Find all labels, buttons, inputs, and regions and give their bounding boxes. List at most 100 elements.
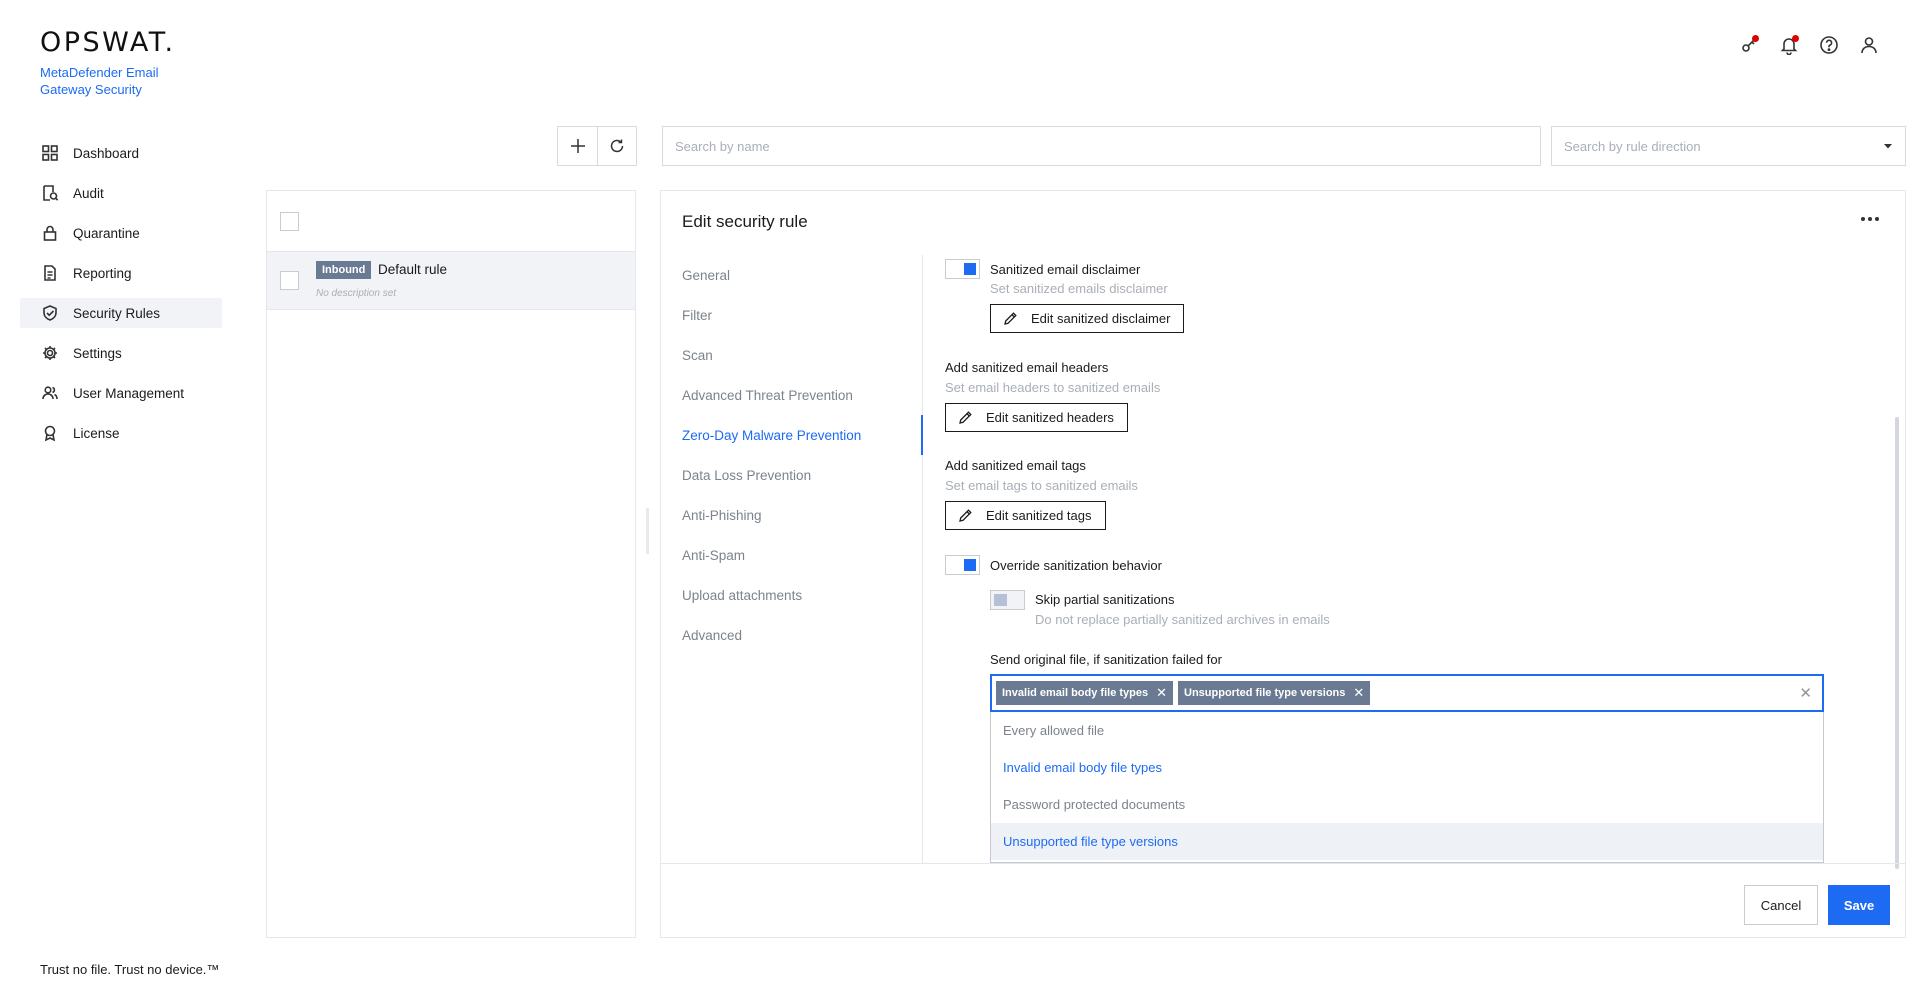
help-icon[interactable] xyxy=(1818,34,1840,56)
document-icon xyxy=(41,264,59,282)
edit-sanitized-headers-label: Edit sanitized headers xyxy=(986,410,1114,425)
tab-upload-attachments[interactable]: Upload attachments xyxy=(661,575,922,615)
refresh-icon xyxy=(610,139,624,153)
selected-chip: Unsupported file type versions ✕ xyxy=(1178,681,1371,705)
header-actions xyxy=(1738,34,1880,56)
tab-zero-day-malware-prevention[interactable]: Zero-Day Malware Prevention xyxy=(661,415,923,455)
sanitized-headers-description: Set email headers to sanitized emails xyxy=(945,380,1161,395)
sidebar-item-reporting[interactable]: Reporting xyxy=(20,258,222,288)
grid-icon xyxy=(41,144,59,162)
tab-general[interactable]: General xyxy=(661,255,922,295)
caret-down-icon xyxy=(1884,144,1892,149)
option-every-allowed-file[interactable]: Every allowed file xyxy=(991,712,1823,749)
tab-anti-phishing[interactable]: Anti-Phishing xyxy=(661,495,922,535)
sidebar-item-label: Settings xyxy=(73,345,122,361)
user-icon[interactable] xyxy=(1858,34,1880,56)
edit-sanitized-disclaimer-button[interactable]: Edit sanitized disclaimer xyxy=(990,304,1185,333)
tab-advanced[interactable]: Advanced xyxy=(661,615,922,655)
sanitized-tags-label: Add sanitized email tags xyxy=(945,458,1086,473)
rule-list-actions xyxy=(557,126,637,166)
tab-filter[interactable]: Filter xyxy=(661,295,922,335)
add-rule-button[interactable] xyxy=(558,127,597,165)
skip-partial-toggle[interactable] xyxy=(990,590,1025,610)
sanitized-headers-label: Add sanitized email headers xyxy=(945,360,1109,375)
selected-chip: Invalid email body file types ✕ xyxy=(996,681,1174,705)
rule-row[interactable]: Inbound Default rule No description set xyxy=(267,252,635,310)
sidebar-item-label: Audit xyxy=(73,185,104,201)
award-icon xyxy=(41,424,59,442)
rule-checkbox[interactable] xyxy=(280,271,299,290)
tab-scan[interactable]: Scan xyxy=(661,335,922,375)
logo-wordmark: OPSWAT. xyxy=(40,27,176,58)
pencil-icon xyxy=(959,509,972,522)
sidebar-item-label: User Management xyxy=(73,385,185,401)
sidebar-item-label: Security Rules xyxy=(73,305,161,321)
panel-resize-handle[interactable] xyxy=(646,508,649,554)
product-name: MetaDefender Email Gateway Security xyxy=(40,65,159,97)
refresh-button[interactable] xyxy=(597,127,636,165)
rule-direction-badge: Inbound xyxy=(316,261,372,279)
edit-sanitized-disclaimer-label: Edit sanitized disclaimer xyxy=(1031,311,1171,326)
override-sanitization-toggle[interactable] xyxy=(945,555,980,575)
more-options-icon[interactable] xyxy=(1861,217,1879,221)
skip-partial-label: Skip partial sanitizations xyxy=(1035,592,1175,607)
rule-direction-select[interactable]: Search by rule direction xyxy=(1551,126,1906,166)
option-unsupported-file-type-versions[interactable]: Unsupported file type versions xyxy=(991,823,1823,860)
rule-description: No description set xyxy=(316,288,397,299)
sidebar-item-security-rules[interactable]: Security Rules xyxy=(20,298,222,328)
sanitized-disclaimer-toggle[interactable] xyxy=(945,259,980,279)
rule-section-tabs: General Filter Scan Advanced Threat Prev… xyxy=(661,255,923,863)
option-invalid-email-body-file-types[interactable]: Invalid email body file types xyxy=(991,749,1823,786)
override-sanitization-label: Override sanitization behavior xyxy=(990,558,1162,573)
brand-logo[interactable]: OPSWAT. MetaDefender Email Gateway Secur… xyxy=(40,28,190,98)
remove-chip-icon[interactable]: ✕ xyxy=(1156,685,1167,701)
send-original-multiselect[interactable]: Invalid email body file types ✕ Unsuppor… xyxy=(990,674,1824,712)
select-all-checkbox[interactable] xyxy=(280,212,299,231)
sanitized-tags-description: Set email tags to sanitized emails xyxy=(945,478,1138,493)
edit-sanitized-headers-button[interactable]: Edit sanitized headers xyxy=(945,403,1128,432)
users-icon xyxy=(41,384,59,402)
rule-name: Default rule xyxy=(378,262,448,277)
rule-list-header xyxy=(267,191,635,252)
edit-sanitized-tags-label: Edit sanitized tags xyxy=(986,508,1092,523)
pencil-icon xyxy=(1004,312,1017,325)
remove-chip-icon[interactable]: ✕ xyxy=(1353,685,1364,701)
notification-dot xyxy=(1792,35,1799,42)
sidebar-item-quarantine[interactable]: Quarantine xyxy=(20,218,222,248)
sidebar-item-user-management[interactable]: User Management xyxy=(20,378,222,408)
tagline: Trust no file. Trust no device.™ xyxy=(40,962,220,977)
pencil-icon xyxy=(959,411,972,424)
content-scrollbar[interactable] xyxy=(1895,417,1899,869)
sidebar-item-dashboard[interactable]: Dashboard xyxy=(20,138,222,168)
lock-icon xyxy=(41,224,59,242)
search-by-name-input[interactable] xyxy=(662,126,1541,166)
page-title: Edit security rule xyxy=(682,212,808,231)
sidebar-item-audit[interactable]: Audit xyxy=(20,178,222,208)
option-password-protected-documents[interactable]: Password protected documents xyxy=(991,786,1823,823)
sidebar-item-settings[interactable]: Settings xyxy=(20,338,222,368)
sidebar-item-license[interactable]: License xyxy=(20,418,222,448)
tab-advanced-threat-prevention[interactable]: Advanced Threat Prevention xyxy=(661,375,922,415)
bell-icon[interactable] xyxy=(1778,34,1800,56)
tab-anti-spam[interactable]: Anti-Spam xyxy=(661,535,922,575)
clear-selection-icon[interactable]: ✕ xyxy=(1799,684,1812,702)
sanitized-disclaimer-label: Sanitized email disclaimer xyxy=(990,262,1141,277)
sanitized-disclaimer-description: Set sanitized emails disclaimer xyxy=(990,281,1168,296)
edit-sanitized-tags-button[interactable]: Edit sanitized tags xyxy=(945,501,1106,530)
tab-data-loss-prevention[interactable]: Data Loss Prevention xyxy=(661,455,922,495)
chip-label: Invalid email body file types xyxy=(1002,687,1149,699)
cancel-button[interactable]: Cancel xyxy=(1744,885,1818,925)
shield-check-icon xyxy=(41,304,59,322)
notification-dot xyxy=(1752,35,1759,42)
save-button[interactable]: Save xyxy=(1828,885,1890,925)
skip-partial-description: Do not replace partially sanitized archi… xyxy=(1035,612,1330,627)
plus-icon xyxy=(570,139,585,153)
app-root: OPSWAT. MetaDefender Email Gateway Secur… xyxy=(0,0,1920,1008)
rule-list-panel: Inbound Default rule No description set xyxy=(266,190,636,938)
sidebar-item-label: Reporting xyxy=(73,265,132,281)
send-original-options: Every allowed file Invalid email body fi… xyxy=(990,712,1824,863)
edit-rule-panel: Edit security rule General Filter Scan A… xyxy=(660,190,1906,938)
zero-day-settings-content: Sanitized email disclaimer Set sanitized… xyxy=(924,255,1892,863)
rule-direction-placeholder: Search by rule direction xyxy=(1564,138,1701,154)
key-icon[interactable] xyxy=(1738,34,1760,56)
